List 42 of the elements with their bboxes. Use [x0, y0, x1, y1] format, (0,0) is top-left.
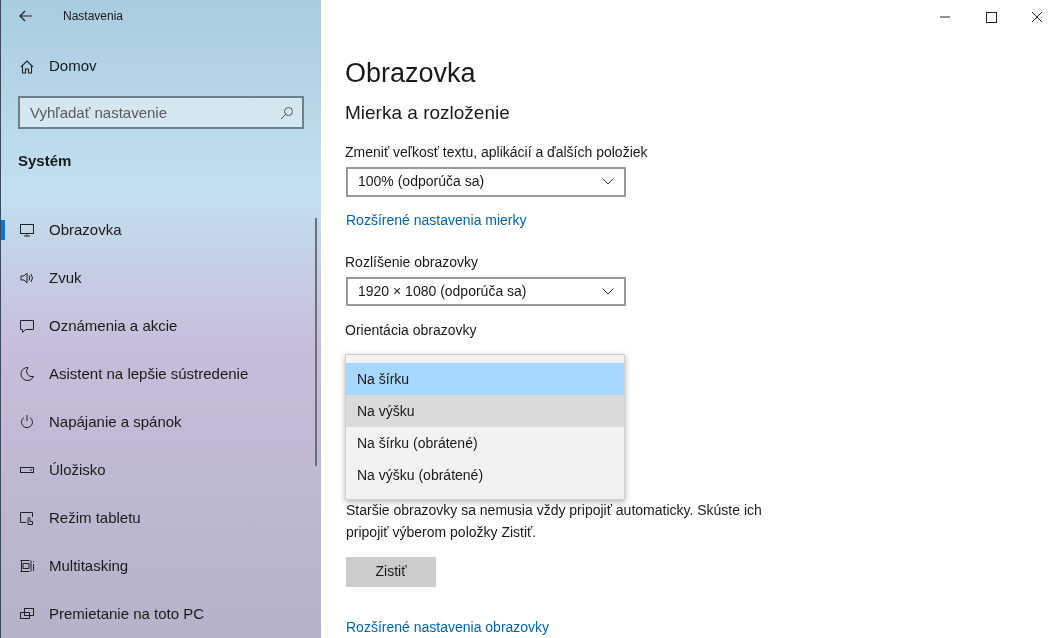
menu-item[interactable]: Na šírku: [346, 363, 624, 395]
menu-item[interactable]: Na šírku (obrátené): [346, 427, 624, 459]
link[interactable]: Rozšírené nastavenia obrazovky: [346, 617, 550, 638]
sidebar-item[interactable]: Oznámenia a akcie: [1, 302, 321, 350]
chevron-down-icon: [602, 287, 614, 295]
section-heading: Systém: [18, 150, 73, 171]
speaker-icon: [19, 270, 35, 286]
detect-button[interactable]: Zistiť: [346, 556, 436, 587]
sidebar-item[interactable]: Premietanie na toto PC: [1, 590, 321, 638]
power-icon: [19, 414, 35, 430]
field-label: Orientácia obrazovky: [345, 321, 478, 341]
link[interactable]: Rozšírené nastavenia mierky: [346, 209, 527, 231]
home-icon: [19, 58, 35, 75]
projector-screens-icon: [19, 606, 35, 622]
sidebar-item[interactable]: Multitasking: [1, 542, 321, 590]
chevron-down-icon: [602, 178, 614, 186]
menu-item[interactable]: Na výšku (obrátené): [346, 459, 624, 491]
menu-item[interactable]: Na výšku: [346, 395, 624, 427]
scrollbar[interactable]: [315, 218, 317, 466]
tablet-touch-icon: [19, 510, 35, 526]
home-link[interactable]: Domov: [1, 49, 321, 84]
message-icon: [19, 318, 35, 334]
sidebar-item[interactable]: Obrazovka: [1, 206, 321, 254]
section-heading: Mierka a rozloženie: [345, 101, 511, 125]
monitor-icon: [19, 222, 35, 238]
sidebar-item[interactable]: Napájanie a spánok: [1, 398, 321, 446]
sidebar-item[interactable]: Asistent na lepšie sústredenie: [1, 350, 321, 398]
sidebar-item[interactable]: Úložisko: [1, 446, 321, 494]
sidebar-item[interactable]: Zvuk: [1, 254, 321, 302]
scale-dropdown[interactable]: 100% (odporúča sa): [346, 167, 626, 197]
page-title: Obrazovka: [345, 57, 477, 90]
multitasking-icon: [19, 558, 35, 574]
field-label: Zmeniť veľkosť textu, aplikácií a ďalších položiek: [345, 143, 649, 162]
sidebar-item[interactable]: Režim tabletu: [1, 494, 321, 542]
window-title: Nastavenia: [63, 7, 124, 25]
paragraph: Staršie obrazovky sa nemusia vždy pripojiť automaticky. Skúste ich pripojiť výberom položky Zistiť.: [346, 500, 763, 542]
search-icon[interactable]: [280, 105, 294, 120]
search-field[interactable]: Vyhľadať nastavenie: [18, 95, 304, 129]
resolution-dropdown[interactable]: 1920 × 1080 (odporúča sa): [346, 276, 626, 307]
field-label: Rozlíšenie obrazovky: [345, 252, 480, 272]
back-arrow-icon[interactable]: [19, 9, 33, 22]
moon-icon: [19, 366, 35, 382]
